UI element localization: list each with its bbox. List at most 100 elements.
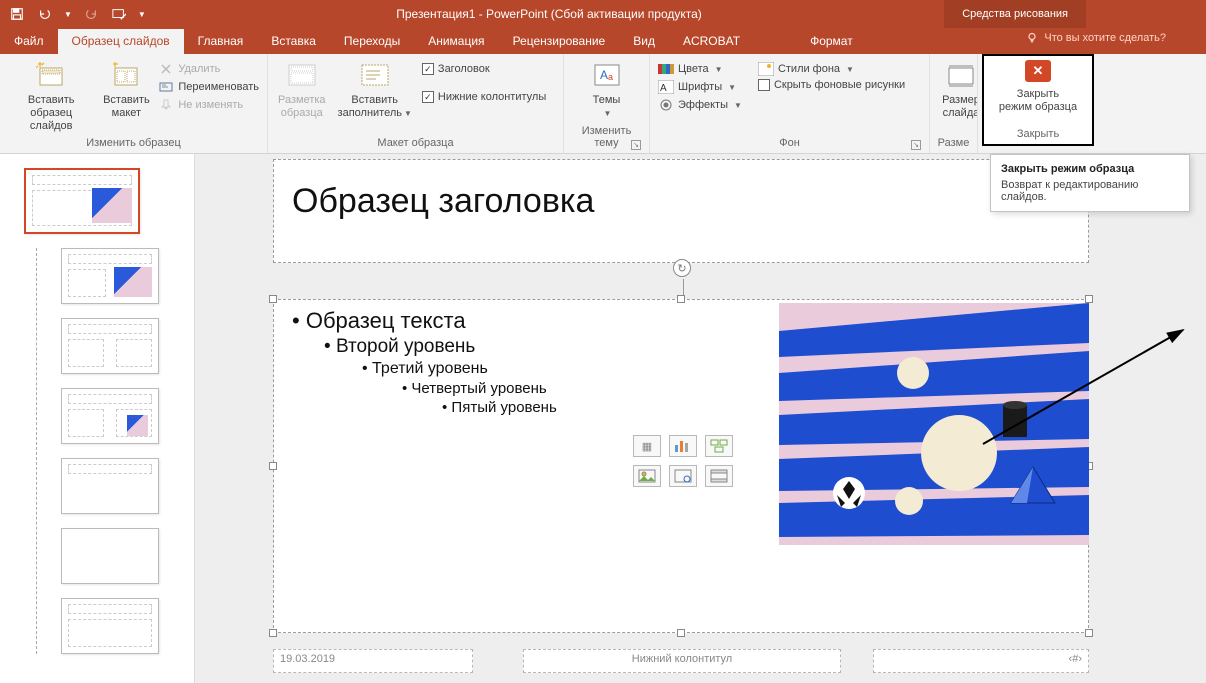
insert-video-icon[interactable] xyxy=(705,465,733,487)
dialog-launcher-icon[interactable]: ↘ xyxy=(631,140,641,150)
insert-placeholder-button[interactable]: Вставить заполнитель▼ xyxy=(334,58,416,120)
rename-button[interactable]: Переименовать xyxy=(156,78,261,96)
insert-smartart-icon[interactable] xyxy=(705,435,733,457)
delete-button[interactable]: Удалить xyxy=(156,60,261,78)
close-icon: ✕ xyxy=(1025,60,1051,82)
selection-handle[interactable] xyxy=(1085,295,1093,303)
layout-thumbnail[interactable] xyxy=(61,248,159,304)
date-placeholder[interactable]: 19.03.2019 xyxy=(273,649,473,673)
lightbulb-icon xyxy=(1026,32,1038,44)
title-checkbox[interactable]: Заголовок xyxy=(420,62,548,76)
master-layout-button[interactable]: Разметка образца xyxy=(274,58,330,120)
background-styles-button[interactable]: Стили фона▼ xyxy=(756,60,907,78)
layout-thumbnail[interactable] xyxy=(61,598,159,654)
slide-number-placeholder[interactable]: ‹#› xyxy=(873,649,1089,673)
insert-layout-button[interactable]: Вставить макет xyxy=(100,58,152,120)
contextual-tab-drawing-tools: Средства рисования xyxy=(944,0,1086,28)
preserve-icon xyxy=(158,97,174,113)
svg-text:A: A xyxy=(660,83,667,94)
slide-size-button[interactable]: Размер слайда xyxy=(936,58,978,120)
title-placeholder[interactable]: Образец заголовка xyxy=(273,159,1089,263)
ribbon: Вставить образец слайдов Вставить макет … xyxy=(0,54,1206,154)
fonts-button[interactable]: A Шрифты▼ xyxy=(656,78,744,96)
insert-online-picture-icon[interactable] xyxy=(669,465,697,487)
selection-handle[interactable] xyxy=(677,295,685,303)
group-label-background: Фон↘ xyxy=(656,135,923,153)
slide-master-editor[interactable]: Образец заголовка ↻ Образец текста Второ… xyxy=(273,159,1093,679)
undo-dropdown-icon[interactable]: ▼ xyxy=(64,10,72,19)
selection-handle[interactable] xyxy=(677,629,685,637)
chevron-down-icon: ▼ xyxy=(844,65,854,74)
slide-size-icon xyxy=(945,60,977,92)
placeholder-icon xyxy=(359,60,391,92)
insert-slide-master-button[interactable]: Вставить образец слайдов xyxy=(6,58,96,134)
window-title: Презентация1 - PowerPoint (Сбой активаци… xyxy=(154,7,944,21)
qat-customize-icon[interactable]: ▼ xyxy=(138,10,146,19)
layout-thumbnail[interactable] xyxy=(61,458,159,514)
group-label-size: Разме xyxy=(936,135,971,153)
svg-text:A: A xyxy=(600,68,608,82)
footers-checkbox[interactable]: Нижние колонтитулы xyxy=(420,90,548,104)
chevron-down-icon: ▼ xyxy=(602,109,612,118)
rotation-handle[interactable]: ↻ xyxy=(673,259,693,295)
group-label-close: Закрыть xyxy=(1017,128,1059,144)
master-layout-icon xyxy=(286,60,318,92)
effects-button[interactable]: Эффекты▼ xyxy=(656,96,744,114)
chevron-down-icon: ▼ xyxy=(726,83,736,92)
start-from-beginning-button[interactable] xyxy=(110,5,128,23)
bg-styles-icon xyxy=(758,61,774,77)
preserve-button[interactable]: Не изменять xyxy=(156,96,261,114)
rotate-icon: ↻ xyxy=(673,259,691,277)
themes-button[interactable]: Aa Темы▼ xyxy=(582,58,632,120)
tab-animation[interactable]: Анимация xyxy=(414,29,498,54)
insert-chart-icon[interactable] xyxy=(669,435,697,457)
layout-thumbnail[interactable] xyxy=(61,388,159,444)
redo-button[interactable] xyxy=(82,5,100,23)
tab-home[interactable]: Главная xyxy=(184,29,258,54)
close-master-view-button[interactable]: ✕ Закрыть режим образца Закрыть xyxy=(982,54,1094,146)
checkbox-icon xyxy=(422,91,434,103)
workspace: Образец заголовка ↻ Образец текста Второ… xyxy=(0,154,1206,683)
delete-icon xyxy=(158,61,174,77)
titlebar: ▼ ▼ Презентация1 - PowerPoint (Сбой акти… xyxy=(0,0,1206,28)
group-label-master-layout: Макет образца xyxy=(274,135,557,153)
colors-button[interactable]: Цвета▼ xyxy=(656,60,744,78)
selection-handle[interactable] xyxy=(269,462,277,470)
thumbnail-panel[interactable] xyxy=(0,154,195,683)
svg-text:a: a xyxy=(608,72,613,82)
tooltip: Закрыть режим образца Возврат к редактир… xyxy=(990,154,1190,212)
selection-handle[interactable] xyxy=(1085,629,1093,637)
undo-button[interactable] xyxy=(36,5,54,23)
layout-thumbnail[interactable] xyxy=(61,318,159,374)
checkbox-icon xyxy=(758,79,770,91)
dialog-launcher-icon[interactable]: ↘ xyxy=(911,140,921,150)
tab-acrobat[interactable]: ACROBAT xyxy=(669,29,754,54)
selection-handle[interactable] xyxy=(269,629,277,637)
tab-view[interactable]: Вид xyxy=(619,29,669,54)
slide-canvas[interactable]: Образец заголовка ↻ Образец текста Второ… xyxy=(195,154,1206,683)
slide-master-icon xyxy=(35,60,67,92)
chevron-down-icon: ▼ xyxy=(732,101,742,110)
tab-transitions[interactable]: Переходы xyxy=(330,29,414,54)
effects-icon xyxy=(658,97,674,113)
tab-slide-master[interactable]: Образец слайдов xyxy=(58,29,184,54)
insert-table-icon[interactable]: ▦ xyxy=(633,435,661,457)
save-button[interactable] xyxy=(8,5,26,23)
tab-review[interactable]: Рецензирование xyxy=(499,29,620,54)
footer-placeholder[interactable]: Нижний колонтитул xyxy=(523,649,841,673)
chevron-down-icon: ▼ xyxy=(713,65,723,74)
themes-icon: Aa xyxy=(591,60,623,92)
tell-me-search[interactable]: Что вы хотите сделать? xyxy=(1026,32,1166,44)
title-text: Образец заголовка xyxy=(292,182,1070,221)
layout-thumbnail[interactable] xyxy=(61,528,159,584)
master-slide-thumbnail[interactable] xyxy=(24,168,140,234)
hide-background-checkbox[interactable]: Скрыть фоновые рисунки xyxy=(756,78,907,92)
tab-format[interactable]: Формат xyxy=(796,29,867,54)
checkbox-icon xyxy=(422,63,434,75)
insert-picture-icon[interactable] xyxy=(633,465,661,487)
rename-icon xyxy=(158,79,174,95)
tab-insert[interactable]: Вставка xyxy=(257,29,330,54)
chevron-down-icon: ▼ xyxy=(402,109,412,118)
selection-handle[interactable] xyxy=(269,295,277,303)
tab-file[interactable]: Файл xyxy=(0,29,58,54)
